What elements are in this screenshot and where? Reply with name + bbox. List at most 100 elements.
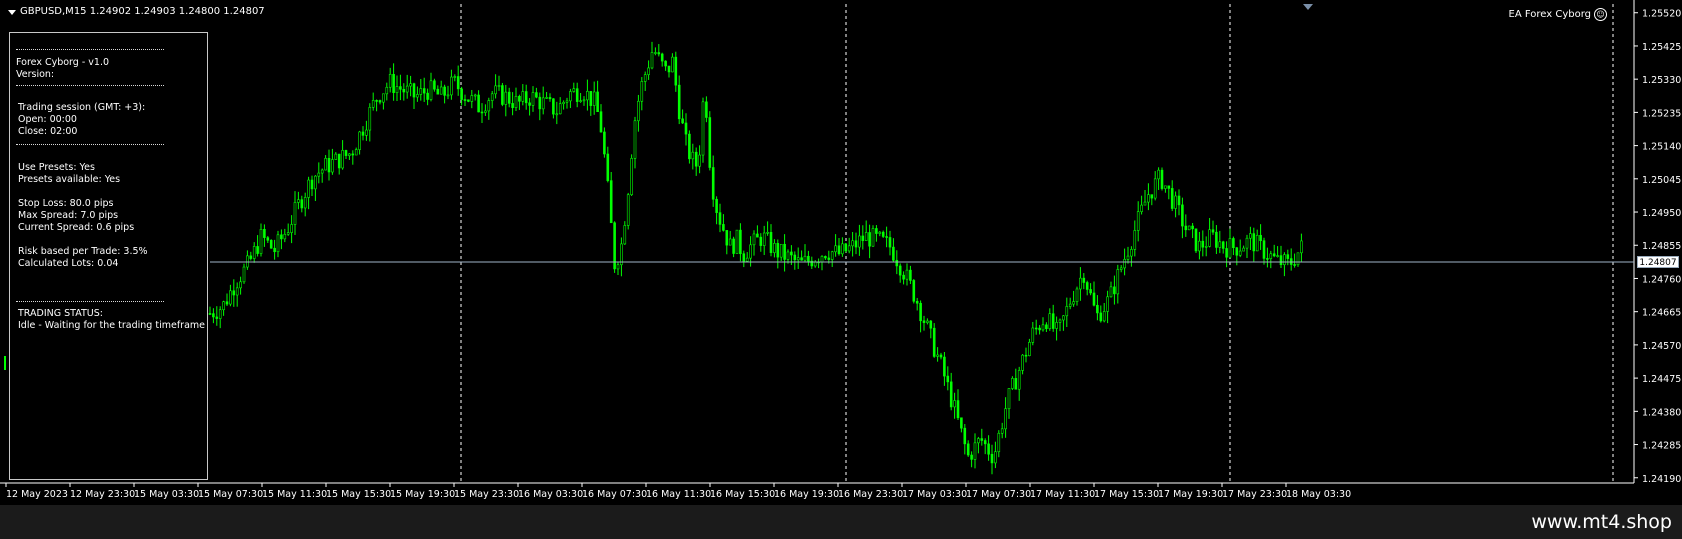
candle-body bbox=[212, 313, 215, 318]
candle-body bbox=[334, 153, 338, 160]
candle-body bbox=[388, 74, 392, 88]
candle-body bbox=[1082, 277, 1086, 283]
candle-body bbox=[354, 149, 358, 156]
candle-body bbox=[358, 131, 361, 150]
candle-body bbox=[484, 110, 487, 113]
candle-body bbox=[436, 88, 440, 95]
candle-body bbox=[973, 442, 977, 460]
candle-body bbox=[1017, 370, 1021, 390]
candle-body bbox=[881, 231, 885, 237]
candle-body bbox=[446, 94, 450, 97]
candle-body bbox=[1293, 264, 1296, 266]
candle-body bbox=[902, 274, 905, 280]
candle-body bbox=[749, 244, 752, 259]
candle-body bbox=[949, 381, 953, 408]
candle-body bbox=[603, 131, 606, 155]
separator bbox=[16, 49, 164, 50]
candle-body bbox=[701, 101, 705, 156]
time-tick-label: 17 May 19:30 bbox=[1158, 489, 1223, 500]
candle-body bbox=[412, 83, 416, 98]
stop-loss: Stop Loss: 80.0 pips bbox=[18, 198, 114, 209]
candle-body bbox=[1184, 225, 1188, 231]
candle-body bbox=[439, 86, 443, 95]
time-tick-label: 12 May 23:30 bbox=[70, 489, 135, 500]
candle-body bbox=[1211, 229, 1215, 233]
candle-body bbox=[487, 100, 491, 112]
candle-body bbox=[460, 88, 463, 100]
candle-body bbox=[320, 169, 324, 174]
candle-body bbox=[888, 237, 892, 248]
candle-body bbox=[1218, 241, 1222, 248]
candle-body bbox=[456, 76, 460, 90]
separator bbox=[16, 301, 164, 302]
candle-body bbox=[1031, 327, 1035, 343]
candle-body bbox=[1160, 169, 1164, 189]
session-open: Open: 00:00 bbox=[18, 114, 77, 125]
time-tick-label: 16 May 07:30 bbox=[582, 489, 647, 500]
candle-body bbox=[1089, 289, 1092, 294]
candle-body bbox=[688, 133, 691, 160]
candle-body bbox=[796, 257, 800, 261]
candle-body bbox=[871, 228, 875, 247]
candle-body bbox=[1174, 195, 1177, 209]
candle-body bbox=[943, 356, 946, 377]
candle-body bbox=[1167, 185, 1171, 189]
candle-body bbox=[433, 80, 436, 90]
candle-body bbox=[344, 150, 348, 156]
candle-body bbox=[1225, 248, 1228, 258]
candle-body bbox=[640, 81, 644, 102]
candle-body bbox=[1048, 313, 1052, 329]
candle-body bbox=[960, 417, 963, 429]
price-tick-label: 1.24380 bbox=[1642, 407, 1681, 418]
candle-body bbox=[1208, 229, 1211, 247]
presets-available: Presets available: Yes bbox=[18, 174, 121, 185]
candle-body bbox=[426, 92, 429, 100]
candle-body bbox=[293, 202, 297, 225]
chart-window[interactable]: 1.25520 1.25425 1.25330 1.25235 1.25140 1.250… bbox=[0, 0, 1682, 505]
candle-body bbox=[762, 232, 766, 246]
candle-body bbox=[548, 97, 552, 100]
candle-body bbox=[759, 236, 763, 246]
chart-shift-marker[interactable] bbox=[1303, 4, 1313, 10]
price-chart[interactable]: 1.25520 1.25425 1.25330 1.25235 1.25140 1.250… bbox=[0, 0, 1682, 505]
time-tick-label: 16 May 23:30 bbox=[838, 489, 903, 500]
dropdown-arrow-icon[interactable] bbox=[8, 9, 16, 15]
candle-body bbox=[983, 440, 987, 445]
candle-body bbox=[579, 100, 582, 102]
candle-body bbox=[402, 88, 406, 93]
candle-body bbox=[1235, 247, 1239, 256]
candle-body bbox=[790, 251, 793, 256]
symbol-header[interactable]: GBPUSD,M15 1.24902 1.24903 1.24800 1.248… bbox=[8, 6, 265, 18]
time-tick-label: 18 May 03:30 bbox=[1286, 489, 1351, 500]
candle-body bbox=[504, 91, 508, 105]
candle-body bbox=[409, 83, 412, 87]
candle-body bbox=[878, 231, 882, 234]
left-edge-marker bbox=[4, 356, 6, 370]
smiley-icon[interactable]: ☺ bbox=[1594, 8, 1607, 21]
candle-body bbox=[273, 247, 276, 253]
candle-body bbox=[331, 159, 334, 173]
time-tick-label: 15 May 23:30 bbox=[454, 489, 519, 500]
current-price-label: 1.24807 bbox=[1637, 256, 1679, 269]
candle-body bbox=[463, 99, 467, 101]
candle-body bbox=[793, 254, 797, 261]
candle-body bbox=[249, 255, 253, 259]
price-tick-label: 1.25330 bbox=[1642, 75, 1681, 86]
candle-body bbox=[623, 225, 627, 245]
time-tick-label: 17 May 11:30 bbox=[1030, 489, 1095, 500]
candle-body bbox=[929, 320, 933, 329]
candle-body bbox=[854, 240, 858, 248]
price-tick-label: 1.24285 bbox=[1642, 441, 1681, 452]
candle-body bbox=[1153, 178, 1157, 199]
time-tick-label: 15 May 15:30 bbox=[326, 489, 391, 500]
candle-body bbox=[667, 65, 671, 73]
candle-body bbox=[722, 224, 725, 231]
expert-advisor-label[interactable]: EA Forex Cyborg ☺ bbox=[1509, 8, 1607, 21]
time-tick-label: 16 May 19:30 bbox=[774, 489, 839, 500]
candle-body bbox=[586, 91, 589, 101]
candle-body bbox=[966, 443, 970, 456]
candle-body bbox=[956, 400, 960, 419]
candle-body bbox=[392, 74, 395, 93]
candle-body bbox=[1300, 240, 1303, 254]
candle-body bbox=[1065, 306, 1069, 317]
